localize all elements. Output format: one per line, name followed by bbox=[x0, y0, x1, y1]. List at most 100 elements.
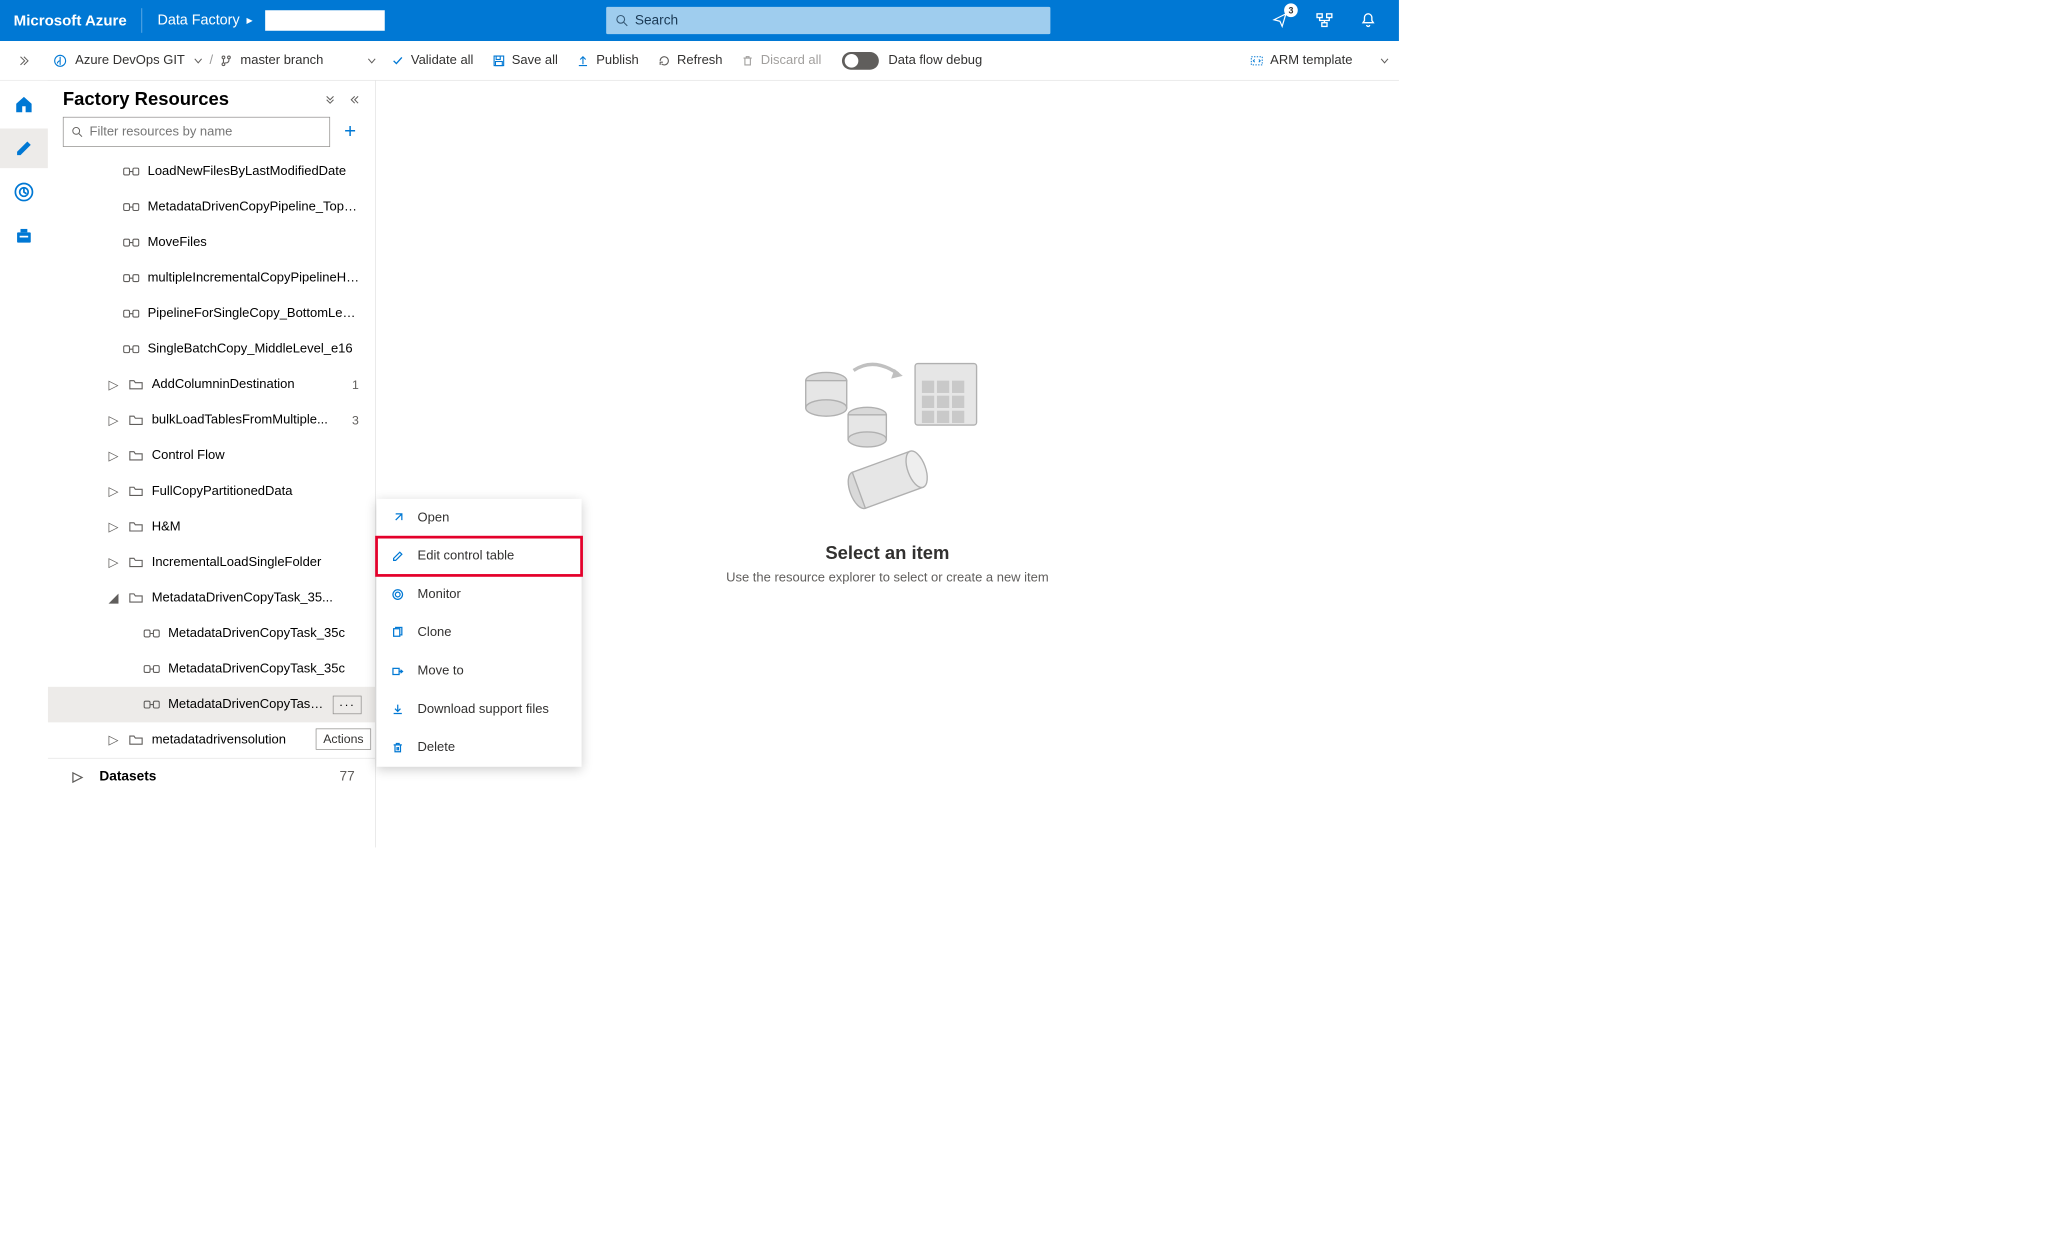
save-all-button[interactable]: Save all bbox=[483, 53, 567, 68]
connections-icon[interactable] bbox=[1316, 12, 1334, 30]
ctx-download-label: Download support files bbox=[418, 702, 549, 717]
folder-icon bbox=[128, 521, 143, 533]
folder-item[interactable]: ▷AddColumninDestination1 bbox=[48, 367, 375, 403]
arm-template-button[interactable]: ARM template bbox=[1240, 53, 1399, 68]
folder-label: bulkLoadTablesFromMultiple... bbox=[152, 413, 344, 428]
arm-label: ARM template bbox=[1270, 53, 1352, 68]
pipeline-label: MetadataDrivenCopyTask_35c bbox=[168, 626, 361, 641]
publish-label: Publish bbox=[596, 53, 639, 68]
pipeline-item[interactable]: MetadataDrivenCopyPipeline_TopLe... bbox=[48, 189, 375, 225]
pipeline-item-selected[interactable]: MetadataDrivenCopyTask_3... ··· Actions bbox=[48, 687, 375, 723]
ctx-delete-label: Delete bbox=[418, 740, 456, 755]
rail-home[interactable] bbox=[0, 85, 48, 125]
notifications-icon[interactable]: 3 bbox=[1272, 12, 1290, 30]
folder-item[interactable]: ▷bulkLoadTablesFromMultiple...3 bbox=[48, 403, 375, 439]
filter-input[interactable] bbox=[90, 124, 322, 139]
folder-label: AddColumninDestination bbox=[152, 377, 344, 392]
pipeline-icon bbox=[123, 201, 139, 213]
discard-all-button[interactable]: Discard all bbox=[732, 53, 831, 68]
caret-right-icon: ▷ bbox=[107, 377, 121, 393]
more-actions-button[interactable]: ··· bbox=[333, 695, 362, 713]
ctx-delete[interactable]: Delete bbox=[377, 729, 582, 767]
factory-resources-panel: Factory Resources + LoadNewFilesByLastMo… bbox=[48, 81, 376, 848]
edit-icon bbox=[390, 549, 405, 564]
folder-item[interactable]: ▷IncrementalLoadSingleFolder bbox=[48, 545, 375, 581]
filter-box[interactable] bbox=[63, 117, 331, 147]
empty-title: Select an item bbox=[825, 542, 949, 563]
pipeline-item[interactable]: MetadataDrivenCopyTask_35c bbox=[48, 651, 375, 687]
check-icon bbox=[392, 54, 404, 66]
search-input[interactable] bbox=[635, 13, 1041, 29]
rail-author[interactable] bbox=[0, 128, 48, 168]
pipeline-label: SingleBatchCopy_MiddleLevel_e16 bbox=[148, 342, 362, 357]
add-resource-button[interactable]: + bbox=[340, 120, 360, 143]
rail-monitor[interactable] bbox=[0, 172, 48, 212]
save-icon bbox=[493, 54, 505, 66]
git-icon bbox=[53, 54, 67, 68]
datasets-section[interactable]: ▷ Datasets 77 bbox=[48, 758, 375, 795]
arm-icon bbox=[1250, 54, 1264, 68]
pipeline-item[interactable]: multipleIncrementalCopyPipelineHy... bbox=[48, 260, 375, 296]
folder-item[interactable]: ▷Control Flow bbox=[48, 438, 375, 474]
folder-item[interactable]: ▷FullCopyPartitionedData bbox=[48, 474, 375, 510]
ctx-download[interactable]: Download support files bbox=[377, 690, 582, 728]
ctx-clone-label: Clone bbox=[418, 625, 452, 640]
rail-manage[interactable] bbox=[0, 216, 48, 256]
search-icon bbox=[72, 126, 83, 137]
global-search[interactable] bbox=[606, 7, 1050, 34]
notification-badge: 3 bbox=[1284, 3, 1298, 17]
download-icon bbox=[390, 702, 405, 717]
ctx-move-label: Move to bbox=[418, 664, 464, 679]
ctx-edit-control-table[interactable]: Edit control table bbox=[377, 537, 582, 575]
caret-right-icon: ▷ bbox=[107, 448, 121, 464]
left-rail bbox=[0, 81, 48, 848]
folder-item-expanded[interactable]: ◢MetadataDrivenCopyTask_35... bbox=[48, 580, 375, 616]
git-selector[interactable]: Azure DevOps GIT bbox=[48, 53, 208, 68]
folder-icon bbox=[128, 379, 143, 391]
pipeline-item[interactable]: SingleBatchCopy_MiddleLevel_e16 bbox=[48, 331, 375, 367]
publish-button[interactable]: Publish bbox=[567, 53, 648, 68]
pipeline-item[interactable]: MoveFiles bbox=[48, 225, 375, 261]
azure-header: Microsoft Azure Data Factory ▶ 3 bbox=[0, 0, 1399, 41]
pipeline-item[interactable]: PipelineForSingleCopy_BottomLevel... bbox=[48, 296, 375, 332]
pipeline-icon bbox=[144, 627, 160, 639]
folder-icon bbox=[128, 485, 143, 497]
pipeline-icon bbox=[144, 698, 160, 710]
branch-icon bbox=[220, 54, 232, 66]
expand-rail-icon[interactable] bbox=[0, 54, 48, 68]
caret-right-icon: ▷ bbox=[107, 732, 121, 748]
validate-all-button[interactable]: Validate all bbox=[382, 53, 483, 68]
collapse-left-icon[interactable] bbox=[349, 94, 360, 105]
chevron-down-icon bbox=[193, 56, 203, 66]
ctx-clone[interactable]: Clone bbox=[377, 614, 582, 652]
chevron-down-icon bbox=[1380, 56, 1390, 66]
pipeline-item[interactable]: LoadNewFilesByLastModifiedDate bbox=[48, 154, 375, 190]
pipeline-icon bbox=[123, 308, 139, 320]
datasets-label: Datasets bbox=[99, 769, 156, 785]
ctx-open[interactable]: Open bbox=[377, 499, 582, 537]
branch-selector[interactable]: master branch bbox=[214, 53, 382, 68]
collapse-down-icon[interactable] bbox=[325, 94, 336, 105]
pipeline-label: multipleIncrementalCopyPipelineHy... bbox=[148, 271, 362, 286]
data-flow-debug-toggle[interactable]: Data flow debug bbox=[831, 52, 993, 70]
chevron-down-icon bbox=[367, 56, 377, 66]
toggle-switch[interactable] bbox=[842, 52, 879, 70]
pipeline-label: LoadNewFilesByLastModifiedDate bbox=[148, 164, 362, 179]
caret-right-icon: ▷ bbox=[107, 484, 121, 500]
service-breadcrumb[interactable]: Data Factory ▶ bbox=[157, 12, 252, 28]
discard-label: Discard all bbox=[761, 53, 822, 68]
resources-title: Factory Resources bbox=[63, 89, 229, 110]
caret-right-icon: ▶ bbox=[246, 16, 252, 26]
ctx-monitor[interactable]: Monitor bbox=[377, 575, 582, 613]
ctx-move-to[interactable]: Move to bbox=[377, 652, 582, 690]
folder-icon bbox=[128, 450, 143, 462]
refresh-label: Refresh bbox=[677, 53, 722, 68]
context-menu: Open Edit control table Monitor Clone Mo… bbox=[377, 499, 582, 767]
refresh-button[interactable]: Refresh bbox=[648, 53, 732, 68]
pipeline-item[interactable]: MetadataDrivenCopyTask_35c bbox=[48, 616, 375, 652]
pipeline-icon bbox=[123, 272, 139, 284]
folder-item[interactable]: ▷H&M bbox=[48, 509, 375, 545]
caret-right-icon: ▷ bbox=[107, 412, 121, 428]
alerts-icon[interactable] bbox=[1359, 12, 1377, 30]
search-icon bbox=[616, 14, 628, 26]
